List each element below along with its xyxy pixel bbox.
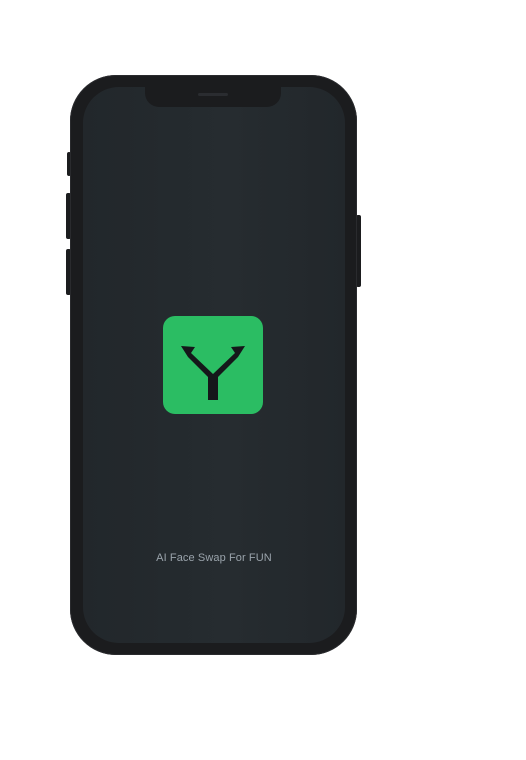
notch (145, 86, 281, 107)
tagline-text: AI Face Swap For FUN (156, 552, 272, 564)
y-logo-icon (181, 346, 245, 400)
app-logo (163, 316, 263, 414)
earpiece-speaker (198, 93, 228, 96)
device-mockup: AI Face Swap For FUN (0, 0, 526, 760)
